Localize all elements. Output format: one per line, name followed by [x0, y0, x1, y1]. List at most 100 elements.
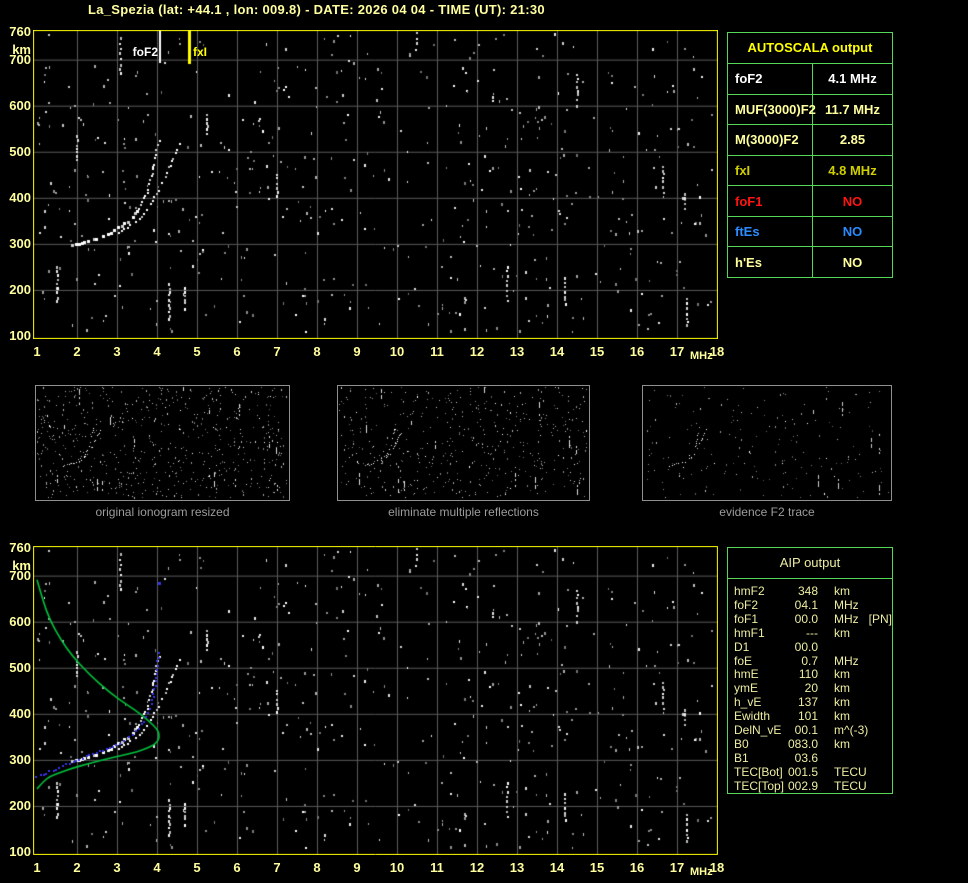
- autoscala-row-fxi: fxI 4.8 MHz: [728, 155, 892, 187]
- autoscala-output-panel: AUTOSCALA output foF2 4.1 MHz MUF(3000)F…: [727, 32, 893, 278]
- x-tick-label: 5: [193, 344, 201, 359]
- aip-row-yme: ymE 20 km: [734, 681, 892, 696]
- autoscala-label-fof2: foF2: [728, 64, 813, 94]
- fof2-marker-label: foF2: [132, 45, 158, 59]
- x-tick-label: 2: [73, 344, 81, 359]
- autoscala-label-hes: h'Es: [728, 247, 813, 278]
- x-tick-label: 4: [153, 344, 161, 359]
- aip-row-tectop: TEC[Top] 002.9 TECU: [734, 778, 892, 794]
- x-tick-label: 9: [353, 860, 361, 875]
- y-tick-label: 500: [9, 659, 31, 675]
- x-tick-label: 10: [389, 344, 405, 359]
- aip-row-d1: D1 00.0: [734, 640, 892, 655]
- x-tick-label: 14: [549, 344, 565, 359]
- page-title: La_Spezia (lat: +44.1 , lon: 009.8) - DA…: [88, 2, 545, 17]
- aip-value: 0.7: [801, 653, 818, 668]
- aip-value: 04.1: [794, 597, 818, 612]
- autoscala-row-hes: h'Es NO: [728, 247, 892, 278]
- x-tick-label: 7: [273, 344, 281, 359]
- x-tick-label: 8: [313, 344, 321, 359]
- aip-note: [PN]: [868, 611, 893, 626]
- aip-label: DelN_vE: [734, 723, 782, 738]
- autoscala-label-fxi: fxI: [728, 155, 813, 186]
- y-tick-label: 500: [9, 143, 31, 159]
- aip-row-delnve: DelN_vE 00.1 m^(-3): [734, 723, 892, 738]
- x-axis-unit-label: MHz: [690, 866, 713, 878]
- aip-value: 001.5: [787, 764, 818, 779]
- aip-label: h_vE: [734, 695, 762, 710]
- x-tick-label: 15: [589, 860, 605, 875]
- x-tick-label: 5: [193, 860, 201, 875]
- thumbnail-evidence-canvas: [643, 386, 891, 500]
- aip-value: 002.9: [787, 778, 818, 793]
- aip-unit: MHz: [834, 611, 859, 626]
- main-ionogram-canvas: [33, 30, 718, 339]
- aip-unit: km: [834, 584, 850, 598]
- x-tick-label: 6: [233, 860, 241, 875]
- aip-label: Ewidth: [734, 709, 771, 724]
- autoscala-row-fof2: foF2 4.1 MHz: [728, 64, 892, 95]
- y-tick-label: 600: [9, 613, 31, 629]
- autoscala-value-hes: NO: [842, 254, 863, 270]
- y-tick-label: 100: [9, 844, 31, 859]
- y-tick-label: 600: [9, 97, 31, 113]
- x-tick-label: 11: [430, 860, 444, 875]
- aip-unit: km: [834, 709, 850, 724]
- aip-row-fof2: foF2 04.1 MHz: [734, 597, 892, 613]
- aip-value: 083.0: [787, 736, 818, 751]
- x-tick-label: 7: [273, 860, 281, 875]
- y-tick-label: 300: [9, 751, 31, 767]
- x-tick-label: 11: [430, 344, 444, 359]
- aip-value: 00.1: [794, 723, 818, 738]
- autoscala-value-m3000f2: 2.85: [839, 132, 866, 148]
- autoscala-label-ftes: ftEs: [728, 216, 813, 247]
- aip-row-fof1: foF1 00.0 MHz [PN]: [734, 611, 893, 627]
- aip-row-foe: foE 0.7 MHz: [734, 653, 892, 669]
- aip-unit: km: [834, 681, 850, 696]
- y-tick-label: 200: [9, 281, 31, 297]
- x-tick-label: 1: [33, 860, 41, 875]
- autoscala-value-fof1: NO: [842, 193, 863, 209]
- aip-value: 348: [797, 584, 818, 598]
- aip-row-hmf1: hmF1 --- km: [734, 625, 892, 641]
- aip-output-panel: AIP output hmF2 348 km foF2 04.1 MHz foF1 00.0 M…: [727, 547, 893, 794]
- x-tick-label: 16: [629, 344, 645, 359]
- aip-label: hmE: [734, 667, 759, 682]
- y-axis-unit-label: km: [12, 558, 31, 573]
- aip-unit: TECU: [834, 764, 867, 779]
- y-tick-label: 100: [9, 328, 31, 343]
- autoscala-row-ftes: ftEs NO: [728, 216, 892, 248]
- aip-unit: TECU: [834, 778, 867, 793]
- fxi-marker-label: fxI: [193, 45, 208, 59]
- x-tick-label: 15: [589, 344, 605, 359]
- aip-panel-title: AIP output: [728, 548, 892, 579]
- aip-label: foF2: [734, 597, 759, 612]
- x-tick-label: 12: [469, 860, 485, 875]
- thumbnail-caption-original: original ionogram resized: [95, 505, 230, 519]
- aip-label: TEC[Top]: [734, 778, 785, 793]
- x-tick-label: 1: [33, 344, 41, 359]
- aip-row-tecbot: TEC[Bot] 001.5 TECU: [734, 764, 892, 780]
- aip-label: hmF1: [734, 625, 765, 640]
- y-axis-unit-label: km: [12, 42, 31, 57]
- aip-label: B1: [734, 750, 749, 765]
- x-tick-label: 2: [73, 860, 81, 875]
- thumbnail-original-ionogram: [35, 385, 290, 501]
- y-tick-label: 400: [9, 705, 31, 721]
- aip-unit: MHz: [834, 653, 859, 668]
- autoscala-panel-title: AUTOSCALA output: [728, 33, 892, 64]
- aip-label: ymE: [734, 681, 758, 696]
- x-tick-label: 10: [389, 860, 405, 875]
- thumbnail-eliminate-reflections: [337, 385, 590, 501]
- aip-row-b1: B1 03.6: [734, 750, 892, 766]
- y-tick-label: 200: [9, 797, 31, 813]
- autoscala-value-muf3000f2: 11.7 MHz: [825, 101, 880, 117]
- aip-value: 00.0: [794, 611, 818, 626]
- autoscala-value-fof2: 4.1 MHz: [828, 71, 877, 87]
- thumbnail-original-canvas: [36, 386, 289, 500]
- x-tick-label: 8: [313, 860, 321, 875]
- aip-label: foF1: [734, 611, 759, 626]
- y-tick-label: 300: [9, 235, 31, 251]
- aip-value: 101: [797, 709, 818, 724]
- aip-label: foE: [734, 653, 753, 668]
